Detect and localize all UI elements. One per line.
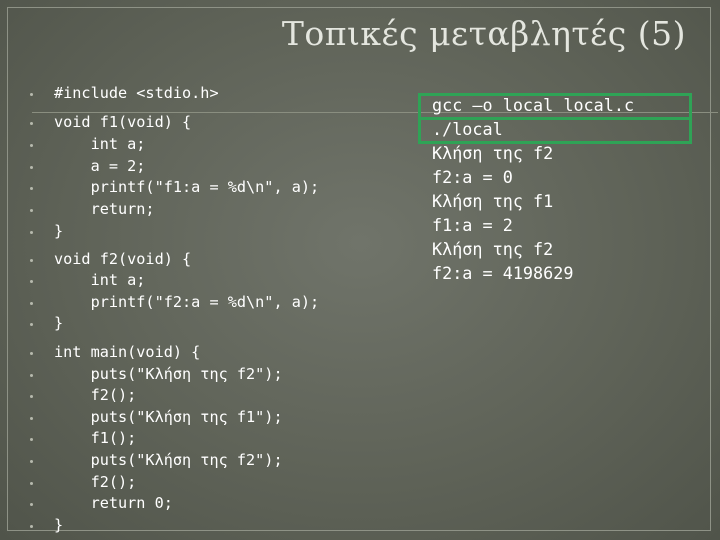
code-include: #include <stdio.h> [54,84,219,102]
bullet-marker [30,438,33,441]
bullet-marker [30,122,33,125]
terminal-call-f2-again: Κλήση της f2 [432,239,554,259]
bullet-marker [30,302,33,305]
bullet-marker [30,280,33,283]
code-f1-close: } [54,222,64,240]
code-f1-printf: printf("f1:a = %d\n", a); [54,178,320,196]
terminal-call-f1: Κλήση της f1 [432,191,554,211]
code-f2-printf: printf("f2:a = %d\n", a); [54,293,320,311]
code-main-return: return 0; [54,494,173,512]
bullet-marker [30,231,33,234]
code-main-call-f2-again: f2(); [54,473,137,491]
code-main-close: } [54,516,64,534]
code-main-puts-f1: puts("Κλήση της f1"); [54,408,283,426]
bullet-marker [30,166,33,169]
code-main-call-f2: f2(); [54,386,137,404]
code-f1-int-a: int a; [54,135,146,153]
bullet-marker [30,323,33,326]
code-f2-int-a: int a; [54,271,146,289]
bullet-marker [30,482,33,485]
code-f2-close: } [54,314,64,332]
highlight-box-run-command [418,117,692,144]
code-f1-decl: void f1(void) { [54,113,192,131]
code-main-puts-f2-again: puts("Κλήση της f2"); [54,451,283,469]
bullet-marker [30,352,33,355]
terminal-call-f2: Κλήση της f2 [432,143,554,163]
bullet-marker [30,374,33,377]
bullet-marker [30,209,33,212]
terminal-f2-result: f2:a = 0 [432,167,513,187]
code-main-call-f1: f1(); [54,429,137,447]
bullet-marker [30,460,33,463]
bullet-marker [30,93,33,96]
bullet-marker [30,395,33,398]
code-f2-decl: void f2(void) { [54,250,192,268]
bullet-marker [30,144,33,147]
bullet-marker [30,417,33,420]
terminal-f2-garbage-result: f2:a = 4198629 [432,263,574,283]
code-main-puts-f2: puts("Κλήση της f2"); [54,365,283,383]
terminal-f1-result: f1:a = 2 [432,215,513,235]
bullet-marker [30,259,33,262]
bullet-marker [30,503,33,506]
bullet-marker [30,525,33,528]
code-f1-assign: a = 2; [54,157,146,175]
bullet-marker [30,187,33,190]
code-f1-return: return; [54,200,155,218]
slide-title: Τοπικές μεταβλητές (5) [281,14,686,53]
slide: Τοπικές μεταβλητές (5) #include <stdio.h… [0,0,720,540]
highlight-box-compile-command [418,93,692,120]
code-main-decl: int main(void) { [54,343,201,361]
